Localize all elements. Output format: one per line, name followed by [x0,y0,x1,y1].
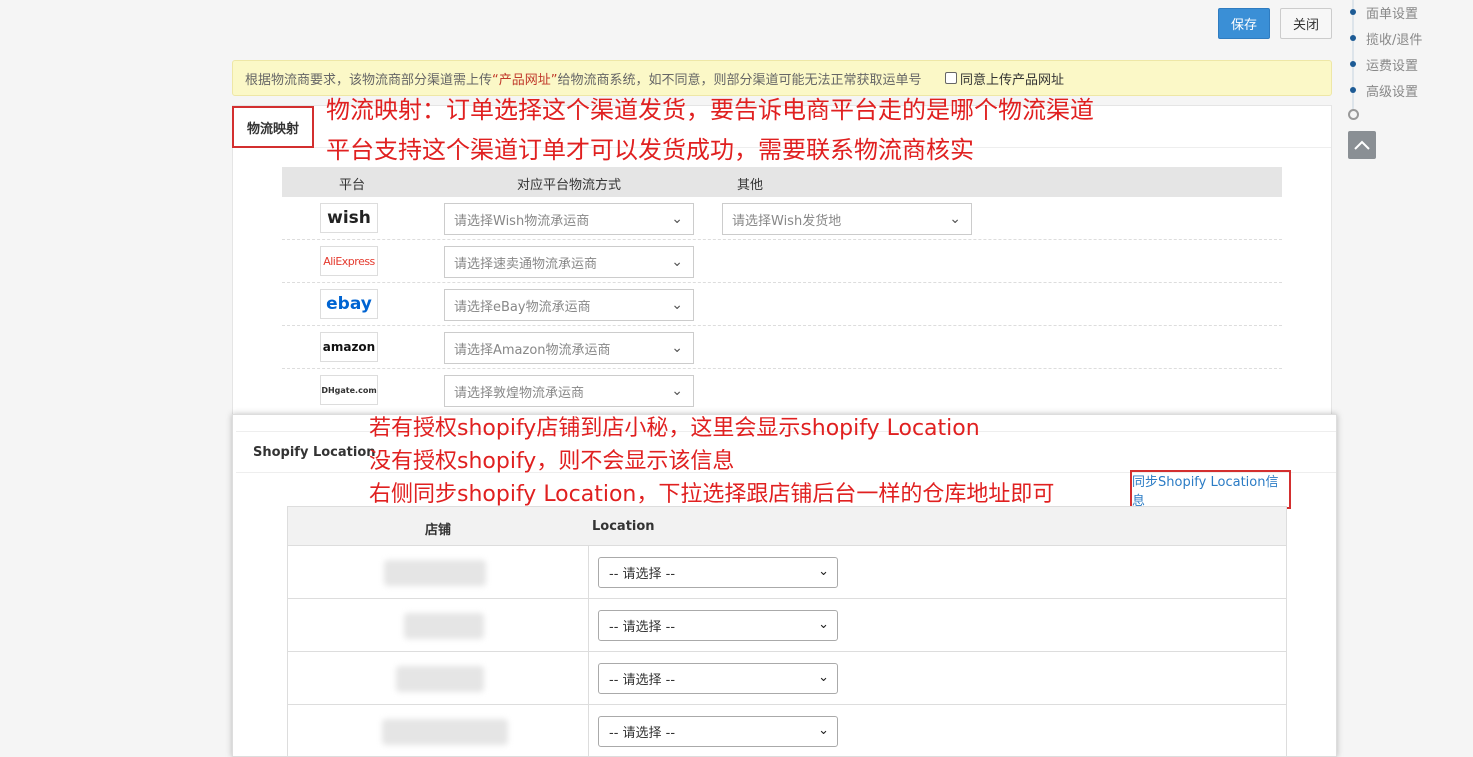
chevron-down-icon: ⌄ [671,340,683,356]
dhgate-logo: DHgate.com [320,375,378,405]
location-select[interactable]: -- 请选择 -- ⌄ [598,663,838,694]
shopify-location-table: 店铺 Location -- 请选择 -- ⌄ -- 请选择 -- ⌄ -- 请选择… [287,506,1287,757]
store-name-redacted [404,613,484,639]
table-row: -- 请选择 -- ⌄ [287,652,1287,705]
chevron-down-icon: ⌄ [671,254,683,270]
step-item-advanced[interactable]: 高级设置 [1346,80,1418,100]
mapping-annotation-1: 物流映射：订单选择这个渠道发货，要告诉电商平台走的是哪个物流渠道 [326,96,1094,124]
chevron-down-icon: ⌄ [671,297,683,313]
amazon-logo: amazon [320,332,378,362]
shopify-annotation-3: 右侧同步shopify Location，下拉选择跟店铺后台一样的仓库地址即可 [369,482,1055,507]
aliexpress-carrier-select[interactable]: 请选择速卖通物流承运商 ⌄ [444,246,694,278]
location-select[interactable]: -- 请选择 -- ⌄ [598,610,838,641]
store-name-redacted [382,719,508,745]
aliexpress-logo: AliExpress [320,246,378,276]
mapping-title: 物流映射 [232,106,314,148]
store-name-redacted [396,666,484,692]
mapping-row-ebay: ebay 请选择eBay物流承运商 ⌄ [282,283,1282,326]
step-dot-icon [1350,9,1356,15]
shopify-annotation-1: 若有授权shopify店铺到店小秘，这里会显示shopify Location [369,416,980,441]
checkbox-icon[interactable] [945,72,957,84]
scroll-top-button[interactable] [1348,131,1376,159]
chevron-down-icon: ⌄ [671,383,683,399]
step-dot-icon [1350,87,1356,93]
step-dot-icon [1350,61,1356,67]
location-select[interactable]: -- 请选择 -- ⌄ [598,716,838,747]
shopify-annotation-2: 没有授权shopify，则不会显示该信息 [369,449,735,474]
location-table-header: 店铺 Location [287,506,1287,546]
agree-upload-checkbox[interactable]: 同意上传产品网址 [945,69,1064,88]
upload-notice: 根据物流商要求，该物流商部分渠道需上传 “产品网址” 给物流商系统，如不同意，则部分… [232,60,1332,96]
save-button[interactable]: 保存 [1218,8,1270,39]
location-select[interactable]: -- 请选择 -- ⌄ [598,557,838,588]
step-end-icon [1348,109,1359,120]
ebay-logo: ebay [320,289,378,319]
ebay-carrier-select[interactable]: 请选择eBay物流承运商 ⌄ [444,289,694,321]
amazon-carrier-select[interactable]: 请选择Amazon物流承运商 ⌄ [444,332,694,364]
table-row: -- 请选择 -- ⌄ [287,599,1287,652]
chevron-down-icon: ⌄ [671,211,683,227]
close-button[interactable]: 关闭 [1280,8,1332,39]
mapping-row-aliexpress: AliExpress 请选择速卖通物流承运商 ⌄ [282,240,1282,283]
step-dot-icon [1350,35,1356,41]
chevron-down-icon: ⌄ [818,723,829,738]
table-row: -- 请选择 -- ⌄ [287,705,1287,757]
wish-origin-select[interactable]: 请选择Wish发货地 ⌄ [722,203,972,235]
sync-shopify-location-link[interactable]: 同步Shopify Location信息 [1130,470,1291,509]
table-row: -- 请选择 -- ⌄ [287,546,1287,599]
wish-carrier-select[interactable]: 请选择Wish物流承运商 ⌄ [444,203,694,235]
step-item-waybill[interactable]: 面单设置 [1346,2,1418,22]
chevron-down-icon: ⌄ [949,211,961,227]
mapping-annotation-2: 平台支持这个渠道订单才可以发货成功，需要联系物流商核实 [326,136,974,164]
chevron-down-icon: ⌄ [818,670,829,685]
step-item-pickup-return[interactable]: 揽收/退件 [1346,28,1422,48]
wish-logo: wish [320,203,378,233]
chevron-down-icon: ⌄ [818,617,829,632]
arrow-up-icon [1354,140,1370,150]
step-item-freight[interactable]: 运费设置 [1346,54,1418,74]
dhgate-carrier-select[interactable]: 请选择敦煌物流承运商 ⌄ [444,375,694,407]
store-name-redacted [384,560,486,586]
mapping-table-header: 平台 对应平台物流方式 其他 [282,167,1282,197]
mapping-row-dhgate: DHgate.com 请选择敦煌物流承运商 ⌄ [282,369,1282,412]
chevron-down-icon: ⌄ [818,564,829,579]
mapping-row-amazon: amazon 请选择Amazon物流承运商 ⌄ [282,326,1282,369]
mapping-row-wish: wish 请选择Wish物流承运商 ⌄ 请选择Wish发货地 ⌄ [282,197,1282,240]
